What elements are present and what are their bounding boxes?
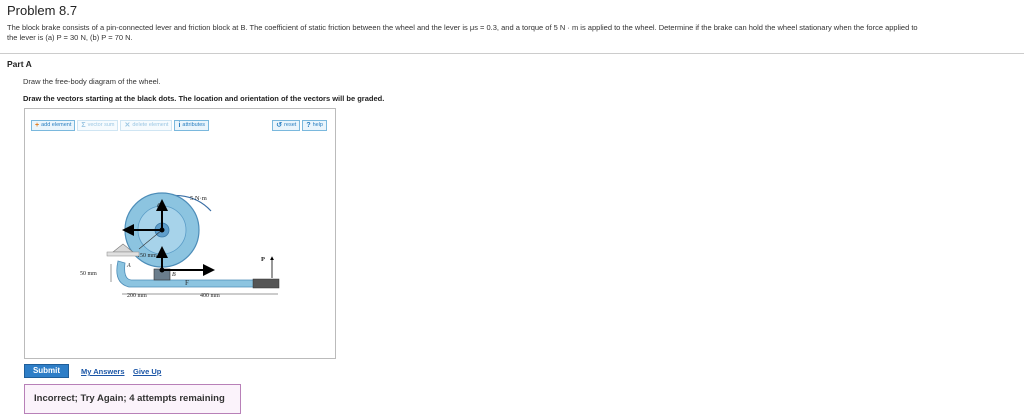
dim-200-label: 200 mm (127, 293, 147, 299)
statement-line-2: the lever is (a) P = 30 N, (b) P = 70 N. (7, 33, 133, 42)
part-label: Part A (7, 59, 32, 69)
question-icon: ? (306, 121, 311, 129)
info-icon: i (178, 121, 181, 129)
brake-diagram: 5 N·m O 150 mm A B 50 mm 200 mm 400 mm P… (80, 192, 280, 299)
attributes-label: attributes (182, 121, 206, 128)
dim-50-label: 50 mm (80, 271, 97, 277)
delete-element-label: delete element (132, 121, 169, 128)
statement-line-1: The block brake consists of a pin-connec… (7, 23, 918, 32)
instruction-text: Draw the free-body diagram of the wheel. (23, 77, 161, 86)
attributes-button[interactable]: i attributes (174, 119, 210, 131)
submit-button[interactable]: Submit (24, 364, 69, 378)
instruction-bold-text: Draw the vectors starting at the black d… (23, 94, 385, 103)
add-element-button[interactable]: + add element (31, 119, 76, 131)
reset-icon: ↺ (276, 121, 283, 129)
give-up-link[interactable]: Give Up (133, 367, 161, 376)
vector-sum-button[interactable]: Σ vector sum (77, 119, 119, 131)
divider (0, 53, 1024, 54)
point-b-label: B (172, 272, 176, 278)
add-element-label: add element (41, 121, 72, 128)
problem-statement: The block brake consists of a pin-connec… (7, 23, 1017, 43)
sigma-icon: Σ (81, 121, 86, 129)
feedback-box: Incorrect; Try Again; 4 attempts remaini… (24, 384, 241, 414)
force-f-label: F (185, 279, 189, 287)
dim-400-label: 400 mm (200, 293, 220, 299)
lever-grip (252, 278, 280, 289)
help-label: help (312, 121, 323, 128)
help-button[interactable]: ? help (302, 119, 327, 131)
point-a-label: A (126, 263, 131, 269)
force-p-label: P (261, 256, 265, 263)
my-answers-link[interactable]: My Answers (81, 367, 125, 376)
radius-label: 150 mm (137, 253, 157, 259)
reset-button[interactable]: ↺ reset (272, 119, 301, 131)
problem-title: Problem 8.7 (7, 3, 78, 18)
reset-label: reset (284, 121, 297, 128)
plus-icon: + (35, 121, 40, 129)
support-base (106, 251, 140, 257)
delete-element-button[interactable]: ✕ delete element (120, 119, 173, 131)
drawing-canvas[interactable]: + add element Σ vector sum ✕ delete elem… (24, 108, 336, 359)
vector-sum-label: vector sum (87, 121, 115, 128)
anchor-dot-o[interactable] (159, 227, 165, 233)
x-icon: ✕ (124, 121, 131, 129)
drawing-toolbar: + add element Σ vector sum ✕ delete elem… (31, 119, 329, 131)
feedback-message: Incorrect; Try Again; 4 attempts remaini… (34, 393, 225, 404)
anchor-dot-b[interactable] (159, 267, 165, 273)
torque-label: 5 N·m (190, 195, 207, 202)
